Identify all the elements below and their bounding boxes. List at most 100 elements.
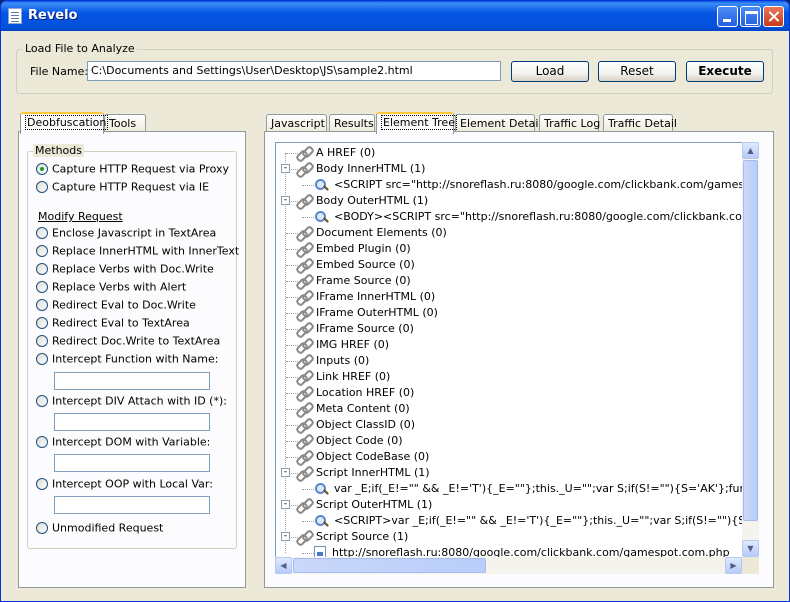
title-bar[interactable]: Revelo (1, 1, 789, 31)
maximize-icon[interactable] (740, 6, 761, 27)
link-icon (296, 370, 312, 384)
tree-node-label: Embed Plugin (0) (316, 242, 411, 255)
radio-icon[interactable] (36, 227, 48, 239)
tree-node[interactable]: Location HREF (0) (276, 385, 746, 401)
tree-child-node[interactable]: <SCRIPT src="http://snoreflash.ru:8080/g… (276, 177, 758, 193)
tree-node[interactable]: - Body InnerHTML (1) (276, 161, 746, 177)
collapse-icon[interactable]: - (281, 532, 290, 541)
scroll-down-icon[interactable]: ▼ (742, 540, 759, 557)
minimize-icon[interactable] (717, 6, 738, 27)
tree-node[interactable]: Link HREF (0) (276, 369, 746, 385)
radio-replace-innerhtml[interactable]: Replace InnerHTML with InnerText (36, 244, 239, 260)
dom-variable-input[interactable] (54, 454, 210, 472)
radio-icon[interactable] (36, 395, 48, 407)
tree-node[interactable]: Embed Source (0) (276, 257, 746, 273)
radio-checked-icon[interactable] (36, 163, 48, 175)
tree-child-node[interactable]: <BODY><SCRIPT src="http://snoreflash.ru:… (276, 209, 758, 225)
tree-node[interactable]: IFrame OuterHTML (0) (276, 305, 746, 321)
deobfuscation-panel: Methods Capture HTTP Request via Proxy C… (18, 131, 246, 588)
tree-node-label: <SCRIPT src="http://snoreflash.ru:8080/g… (334, 178, 759, 191)
reset-button[interactable]: Reset (598, 61, 676, 82)
tree-node[interactable]: Embed Plugin (0) (276, 241, 746, 257)
horizontal-scrollbar[interactable]: ◀ ▶ (275, 557, 742, 574)
horizontal-scroll-thumb[interactable] (293, 558, 486, 573)
radio-intercept-oop[interactable]: Intercept OOP with Local Var: (36, 477, 213, 493)
tab-element-tree[interactable]: Element Tree (376, 112, 457, 134)
element-tree-frame: A HREF (0) - Body InnerHTML (1) <SCRIPT src… (275, 142, 759, 574)
file-name-input[interactable]: C:\Documents and Settings\User\Desktop\J… (87, 61, 501, 81)
tree-node-label: IFrame OuterHTML (0) (316, 306, 438, 319)
radio-icon[interactable] (36, 281, 48, 293)
magnifier-icon (314, 178, 330, 192)
link-icon (296, 338, 312, 352)
tree-child-node[interactable]: <SCRIPT>var _E;if(_E!="" && _E!='T'){_E=… (276, 513, 758, 529)
radio-icon[interactable] (36, 436, 48, 448)
radio-unmodified-request[interactable]: Unmodified Request (36, 521, 163, 537)
scroll-left-icon[interactable]: ◀ (275, 557, 292, 574)
vertical-scroll-thumb[interactable] (743, 160, 758, 521)
tree-node[interactable]: A HREF (0) (276, 145, 746, 161)
tree-node[interactable]: Object Code (0) (276, 433, 746, 449)
collapse-icon[interactable]: - (281, 500, 290, 509)
close-icon[interactable] (763, 6, 784, 27)
radio-icon[interactable] (36, 299, 48, 311)
tree-node[interactable]: IMG HREF (0) (276, 337, 746, 353)
scroll-up-icon[interactable]: ▲ (742, 142, 759, 159)
tree-node-label: Body OuterHTML (1) (316, 194, 429, 207)
element-tree[interactable]: A HREF (0) - Body InnerHTML (1) <SCRIPT src… (275, 142, 759, 574)
tree-node[interactable]: IFrame Source (0) (276, 321, 746, 337)
tree-node[interactable]: Document Elements (0) (276, 225, 746, 241)
tree-node-label: Location HREF (0) (316, 386, 415, 399)
radio-docwrite-textarea[interactable]: Redirect Doc.Write to TextArea (36, 334, 220, 350)
tab-deobfuscation[interactable]: Deobfuscation (20, 112, 109, 134)
radio-eval-docwrite[interactable]: Redirect Eval to Doc.Write (36, 298, 196, 314)
radio-capture-proxy[interactable]: Capture HTTP Request via Proxy (36, 162, 229, 178)
tree-node[interactable]: - Script Source (1) (276, 529, 746, 545)
tree-node[interactable]: Frame Source (0) (276, 273, 746, 289)
radio-enclose-textarea[interactable]: Enclose Javascript in TextArea (36, 226, 216, 242)
radio-icon[interactable] (36, 478, 48, 490)
radio-verbs-alert[interactable]: Replace Verbs with Alert (36, 280, 186, 296)
tree-node[interactable]: - Script OuterHTML (1) (276, 497, 746, 513)
tree-node[interactable]: - Script InnerHTML (1) (276, 465, 746, 481)
tree-node-label: IMG HREF (0) (316, 338, 390, 351)
tree-node-label: Script InnerHTML (1) (316, 466, 430, 479)
tree-node[interactable]: Meta Content (0) (276, 401, 746, 417)
tree-node[interactable]: Object ClassID (0) (276, 417, 746, 433)
vertical-scrollbar[interactable]: ▲ ▼ (742, 142, 759, 557)
tree-node[interactable]: - Body OuterHTML (1) (276, 193, 746, 209)
collapse-icon[interactable]: - (281, 468, 290, 477)
tree-node[interactable]: Object CodeBase (0) (276, 449, 746, 465)
radio-icon[interactable] (36, 263, 48, 275)
tree-child-node[interactable]: var _E;if(_E!="" && _E!='T'){_E=""};this… (276, 481, 758, 497)
radio-icon[interactable] (36, 522, 48, 534)
collapse-icon[interactable]: - (281, 164, 290, 173)
tree-connector (302, 521, 314, 522)
radio-icon[interactable] (36, 335, 48, 347)
tree-node[interactable]: IFrame InnerHTML (0) (276, 289, 746, 305)
radio-intercept-function[interactable]: Intercept Function with Name: (36, 352, 218, 368)
load-button[interactable]: Load (511, 61, 589, 82)
radio-capture-ie[interactable]: Capture HTTP Request via IE (36, 180, 209, 196)
scroll-right-icon[interactable]: ▶ (725, 557, 742, 574)
oop-local-var-input[interactable] (54, 496, 210, 514)
radio-verbs-docwrite[interactable]: Replace Verbs with Doc.Write (36, 262, 214, 278)
tree-connector (302, 553, 314, 554)
tree-node-label: Embed Source (0) (316, 258, 415, 271)
link-icon (296, 258, 312, 272)
tree-node[interactable]: Inputs (0) (276, 353, 746, 369)
radio-icon[interactable] (36, 181, 48, 193)
execute-button[interactable]: Execute (686, 61, 764, 82)
radio-icon[interactable] (36, 317, 48, 329)
collapse-icon[interactable]: - (281, 196, 290, 205)
radio-eval-textarea[interactable]: Redirect Eval to TextArea (36, 316, 190, 332)
radio-intercept-div[interactable]: Intercept DIV Attach with ID (*): (36, 394, 227, 410)
tree-node-label: Object ClassID (0) (316, 418, 416, 431)
radio-icon[interactable] (36, 353, 48, 365)
radio-intercept-dom[interactable]: Intercept DOM with Variable: (36, 435, 210, 451)
function-name-input[interactable] (54, 372, 210, 390)
link-icon (296, 322, 312, 336)
div-id-input[interactable] (54, 413, 210, 431)
tree-node-label: Meta Content (0) (316, 402, 410, 415)
radio-icon[interactable] (36, 245, 48, 257)
